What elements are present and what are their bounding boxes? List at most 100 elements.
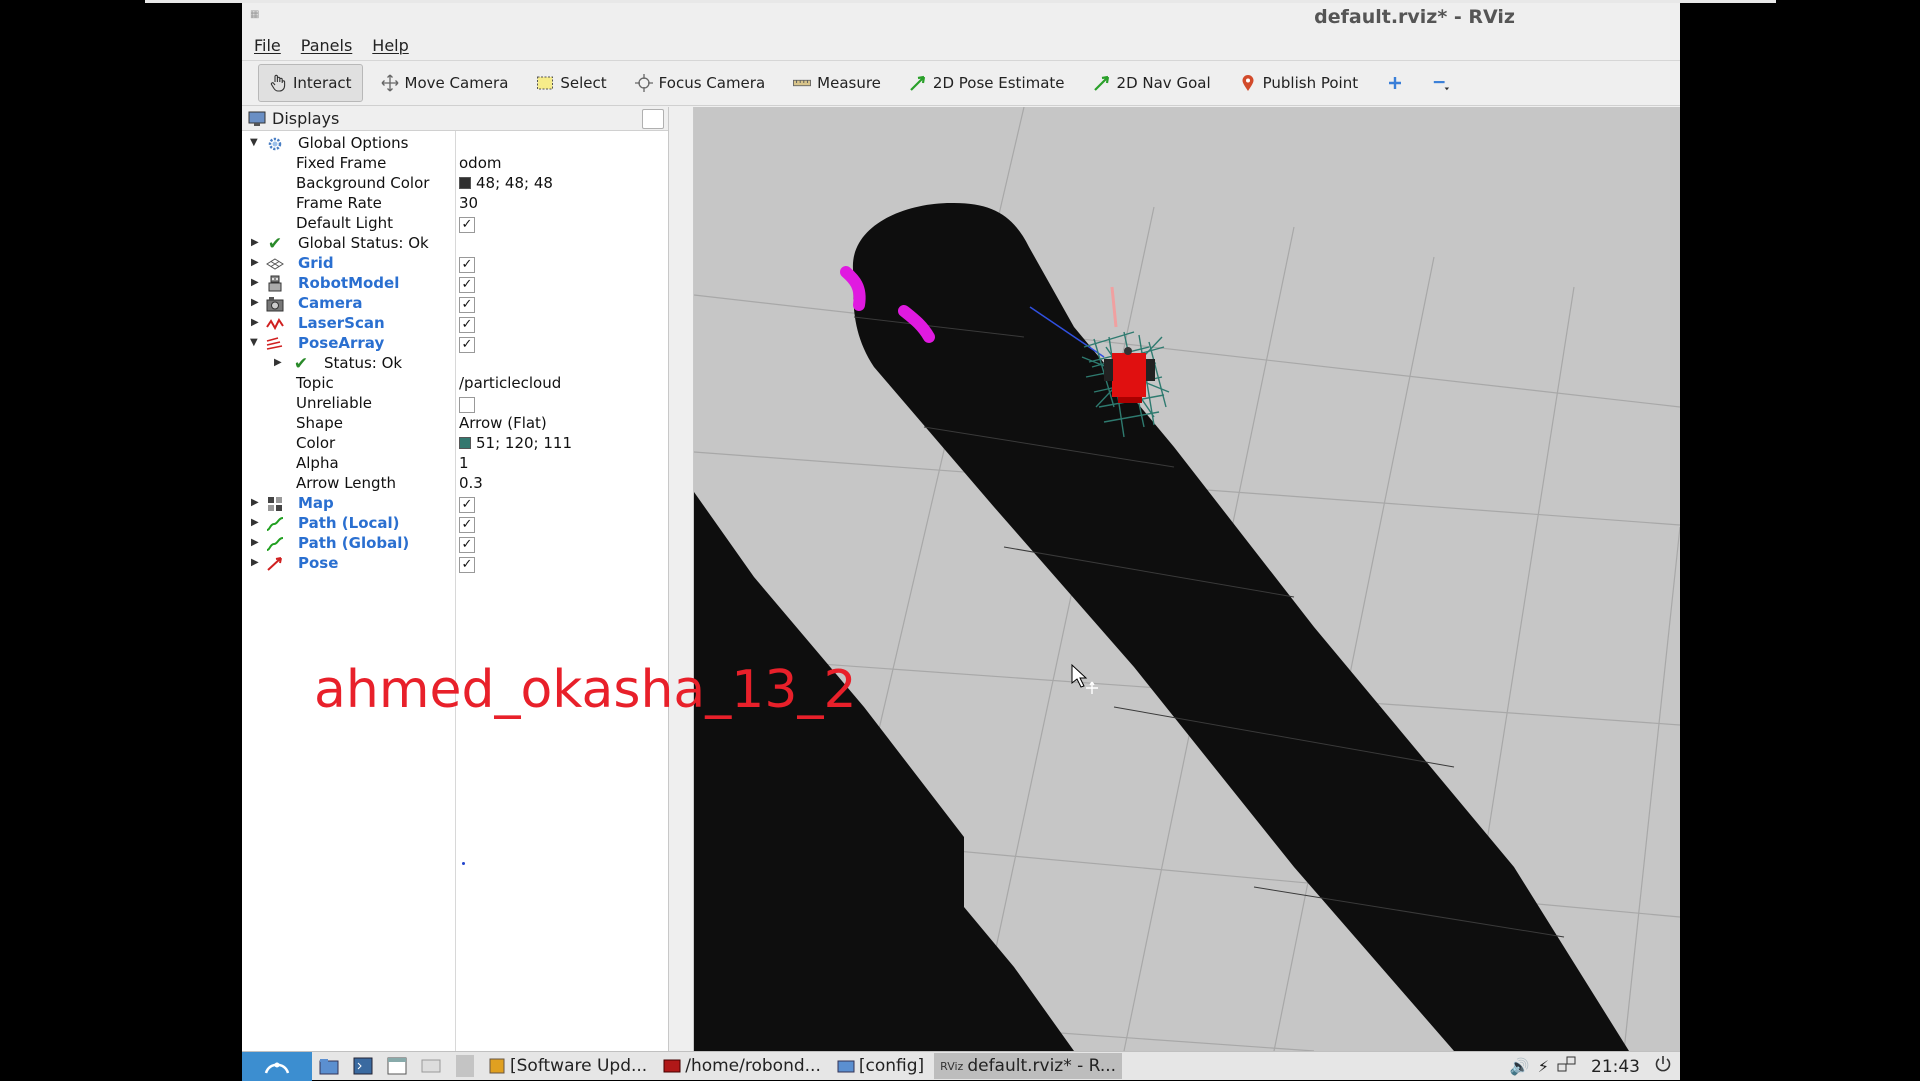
panel-float-button[interactable]: [642, 109, 664, 129]
gray-square-icon: [456, 1055, 474, 1077]
tree-row-global-status[interactable]: ▶ ✔ Global Status: Ok: [242, 234, 669, 254]
blue-dot: [462, 862, 465, 865]
arrow-length-value[interactable]: 0.3: [459, 474, 483, 492]
path-global-display-label: Path (Global): [298, 534, 410, 552]
tree-row-unreliable[interactable]: Unreliable: [242, 394, 669, 414]
tree-row-frame-rate[interactable]: Frame Rate 30: [242, 194, 669, 214]
tree-row-path-global[interactable]: ▶ Path (Global) ✓: [242, 534, 669, 554]
tree-row-map[interactable]: ▶ Map ✓: [242, 494, 669, 514]
expand-right-icon[interactable]: ▶: [251, 237, 259, 248]
tree-row-camera[interactable]: ▶ Camera ✓: [242, 294, 669, 314]
tree-row-global-options[interactable]: ▼ Global Options: [242, 134, 669, 154]
default-light-checkbox[interactable]: ✓: [459, 217, 475, 233]
tree-row-background-color[interactable]: Background Color 48; 48; 48: [242, 174, 669, 194]
tree-row-posearray[interactable]: ▼ PoseArray ✓: [242, 334, 669, 354]
tree-row-pose[interactable]: ▶ Pose ✓: [242, 554, 669, 574]
desktop-launcher[interactable]: [414, 1052, 448, 1081]
frame-rate-value[interactable]: 30: [459, 194, 478, 212]
path-local-display-label: Path (Local): [298, 514, 400, 532]
title-bar[interactable]: ▦ default.rviz* - RViz: [242, 3, 1680, 31]
laser-scan-points: [840, 266, 866, 311]
measure-tool-button[interactable]: Measure: [783, 64, 891, 102]
3d-viewport[interactable]: [694, 107, 1680, 1051]
tree-row-grid[interactable]: ▶ Grid ✓: [242, 254, 669, 274]
expand-down-icon[interactable]: ▼: [250, 137, 258, 148]
unreliable-checkbox[interactable]: [459, 397, 475, 413]
pose-checkbox[interactable]: ✓: [459, 557, 475, 573]
expand-right-icon[interactable]: ▶: [251, 497, 259, 508]
expand-right-icon[interactable]: ▶: [251, 557, 259, 568]
background-color-text: 48; 48; 48: [476, 174, 553, 192]
expand-right-icon[interactable]: ▶: [251, 257, 259, 268]
clock[interactable]: 21:43: [1591, 1057, 1640, 1077]
mouse-cursor: [1071, 663, 1098, 694]
publish-point-button[interactable]: Publish Point: [1229, 64, 1368, 102]
alpha-value[interactable]: 1: [459, 454, 469, 472]
menu-help[interactable]: Help: [372, 36, 408, 55]
tree-row-topic[interactable]: Topic /particlecloud: [242, 374, 669, 394]
focus-camera-tool-button[interactable]: Focus Camera: [625, 64, 775, 102]
tree-row-arrow-length[interactable]: Arrow Length 0.3: [242, 474, 669, 494]
tree-row-laserscan[interactable]: ▶ LaserScan ✓: [242, 314, 669, 334]
power-icon[interactable]: [1654, 1055, 1672, 1078]
volume-icon[interactable]: 🔊: [1510, 1057, 1530, 1076]
measure-tool-label: Measure: [817, 74, 881, 92]
path-local-checkbox[interactable]: ✓: [459, 517, 475, 533]
move-camera-tool-label: Move Camera: [404, 74, 509, 92]
expand-right-icon[interactable]: ▶: [251, 537, 259, 548]
start-menu-button[interactable]: [242, 1051, 312, 1081]
expand-down-icon[interactable]: ▼: [250, 337, 258, 348]
tree-row-robotmodel[interactable]: ▶ RobotModel ✓: [242, 274, 669, 294]
tree-row-alpha[interactable]: Alpha 1: [242, 454, 669, 474]
robotmodel-checkbox[interactable]: ✓: [459, 277, 475, 293]
2d-pose-estimate-button[interactable]: 2D Pose Estimate: [899, 64, 1075, 102]
menu-file[interactable]: File: [254, 36, 281, 55]
fixed-frame-value[interactable]: odom: [459, 154, 502, 172]
check-icon: ✔: [267, 234, 283, 254]
network-icon[interactable]: [1557, 1055, 1577, 1078]
tree-row-fixed-frame[interactable]: Fixed Frame odom: [242, 154, 669, 174]
select-tool-button[interactable]: Select: [526, 64, 616, 102]
interact-tool-button[interactable]: Interact: [258, 64, 363, 102]
menu-panels[interactable]: Panels: [301, 36, 353, 55]
grid-checkbox[interactable]: ✓: [459, 257, 475, 273]
expand-right-icon[interactable]: ▶: [251, 317, 259, 328]
rviz-icon: RViz: [940, 1059, 964, 1073]
posearray-checkbox[interactable]: ✓: [459, 337, 475, 353]
expand-right-icon[interactable]: ▶: [251, 277, 259, 288]
tree-row-posearray-status[interactable]: ▶ ✔ Status: Ok: [242, 354, 669, 374]
background-color-value[interactable]: 48; 48; 48: [459, 174, 553, 192]
tree-row-color[interactable]: Color 51; 120; 111: [242, 434, 669, 454]
task-config-folder[interactable]: [config]: [831, 1053, 930, 1079]
expand-right-icon[interactable]: ▶: [274, 357, 282, 368]
laserscan-checkbox[interactable]: ✓: [459, 317, 475, 333]
map-checkbox[interactable]: ✓: [459, 497, 475, 513]
window-title: default.rviz* - RViz: [1314, 6, 1515, 28]
show-desktop-button[interactable]: [448, 1052, 482, 1081]
task-rviz[interactable]: RViz default.rviz* - R...: [934, 1053, 1123, 1079]
color-value[interactable]: 51; 120; 111: [459, 434, 572, 452]
topic-value[interactable]: /particlecloud: [459, 374, 561, 392]
add-tool-button[interactable]: [1376, 64, 1414, 102]
expand-right-icon[interactable]: ▶: [251, 517, 259, 528]
shape-value[interactable]: Arrow (Flat): [459, 414, 547, 432]
2d-nav-goal-button[interactable]: 2D Nav Goal: [1083, 64, 1221, 102]
expand-right-icon[interactable]: ▶: [251, 297, 259, 308]
power-charge-icon[interactable]: ⚡: [1538, 1057, 1549, 1076]
tree-row-path-local[interactable]: ▶ Path (Local) ✓: [242, 514, 669, 534]
file-manager-launcher[interactable]: [312, 1052, 346, 1081]
camera-checkbox[interactable]: ✓: [459, 297, 475, 313]
plus-icon: [1386, 74, 1404, 92]
tree-row-shape[interactable]: Shape Arrow (Flat): [242, 414, 669, 434]
path-global-checkbox[interactable]: ✓: [459, 537, 475, 553]
monitor-icon: [248, 111, 266, 127]
tree-row-default-light[interactable]: Default Light ✓: [242, 214, 669, 234]
window-launcher[interactable]: [380, 1052, 414, 1081]
task-software-update[interactable]: [Software Upd...: [482, 1053, 653, 1079]
remove-tool-button[interactable]: [1422, 64, 1460, 102]
task-terminal-home[interactable]: /home/robond...: [657, 1053, 827, 1079]
panel-splitter[interactable]: [669, 107, 694, 1051]
path-icon: [266, 515, 284, 533]
terminal-launcher[interactable]: [346, 1052, 380, 1081]
move-camera-tool-button[interactable]: Move Camera: [371, 64, 519, 102]
